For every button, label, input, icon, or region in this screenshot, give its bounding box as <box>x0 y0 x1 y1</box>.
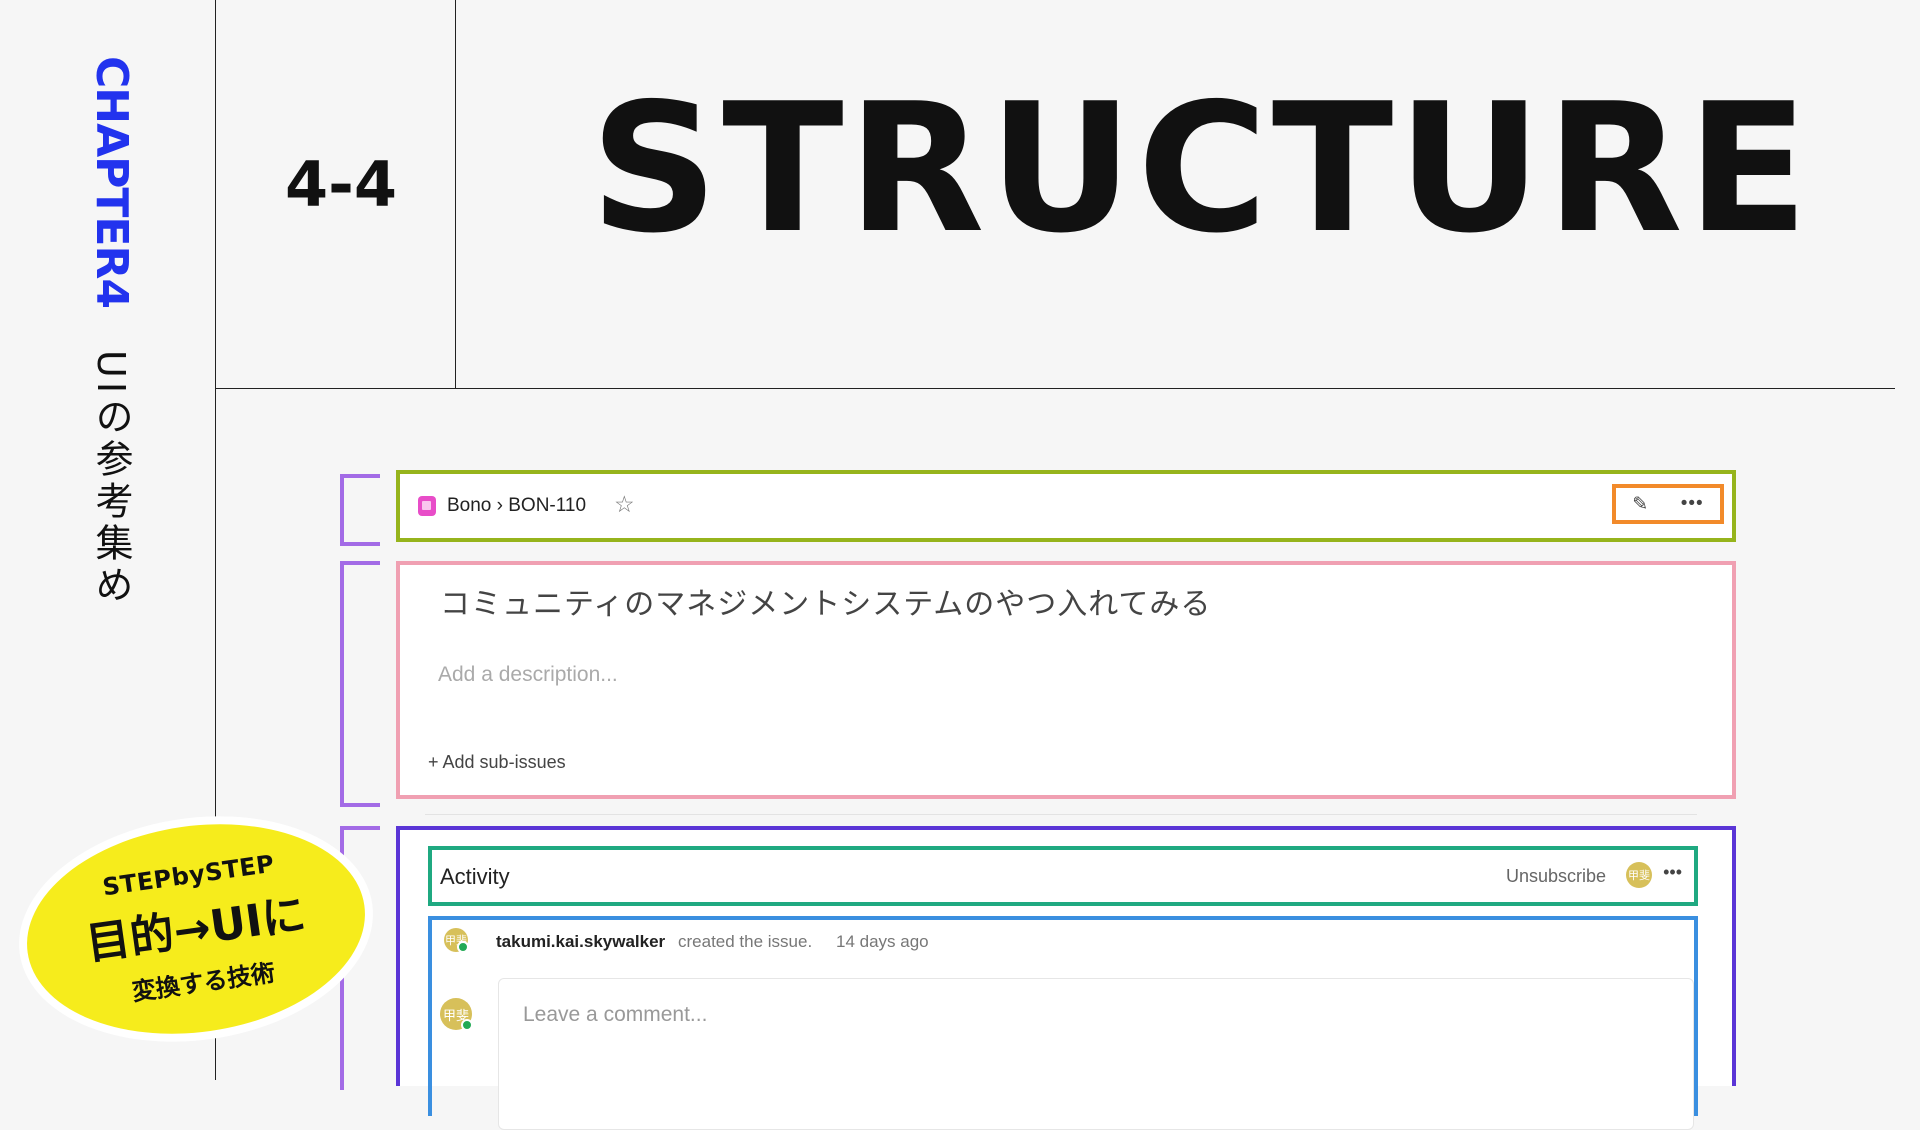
log-time: 14 days ago <box>836 932 929 951</box>
log-action: created the issue. <box>678 932 813 951</box>
unsubscribe-button[interactable]: Unsubscribe <box>1506 866 1606 887</box>
activity-header: Activity Unsubscribe 甲斐 ••• <box>428 846 1698 906</box>
issue-title[interactable]: コミュニティのマネジメントシステムのやつ入れてみる <box>440 579 1211 623</box>
avatar: 甲斐 <box>444 928 469 953</box>
avatar: 甲斐 <box>440 998 473 1031</box>
comment-input[interactable]: Leave a comment... <box>498 978 1694 1130</box>
book-icon <box>418 496 436 516</box>
activity-title: Activity <box>440 864 510 889</box>
issue-panel: コミュニティのマネジメントシステムのやつ入れてみる Add a descript… <box>396 561 1736 799</box>
section-number: 4-4 <box>285 148 398 221</box>
star-icon[interactable]: ☆ <box>614 491 635 518</box>
bracket-issue <box>340 561 380 807</box>
online-indicator <box>457 941 469 953</box>
slide-title: STRUCTURE <box>590 65 1813 272</box>
online-indicator <box>461 1019 473 1031</box>
action-group: ✎ ••• <box>1612 484 1724 524</box>
chapter-subtitle: UIの参考集め <box>89 350 133 608</box>
issue-header-bar: Bono › BON-110 ☆ ✎ ••• <box>396 470 1736 542</box>
step-badge: STEPbySTEP 目的→UIに 変換する技術 <box>4 794 388 1064</box>
add-sub-issues-button[interactable]: + Add sub-issues <box>428 752 566 773</box>
activity-body: 甲斐 takumi.kai.skywalker created the issu… <box>428 916 1698 1130</box>
description-input[interactable]: Add a description... <box>438 663 618 687</box>
activity-panel: Activity Unsubscribe 甲斐 ••• 甲斐 takumi.ka… <box>396 826 1736 1130</box>
subscriber-avatar[interactable]: 甲斐 <box>1626 862 1652 888</box>
header-divider <box>455 0 456 388</box>
content-divider <box>425 814 1697 815</box>
more-icon[interactable]: ••• <box>1663 862 1682 883</box>
comment-placeholder: Leave a comment... <box>523 1003 708 1026</box>
bracket-header <box>340 474 380 546</box>
pencil-icon[interactable]: ✎ <box>1632 493 1648 516</box>
badge-inner: STEPbySTEP 目的→UIに 変換する技術 <box>13 803 379 1055</box>
more-icon[interactable]: ••• <box>1681 493 1704 515</box>
breadcrumb[interactable]: Bono › BON-110 <box>447 495 586 517</box>
log-user[interactable]: takumi.kai.skywalker <box>496 932 665 952</box>
chapter-label: CHAPTER4 <box>86 56 137 308</box>
header-bottom-divider <box>215 388 1895 389</box>
